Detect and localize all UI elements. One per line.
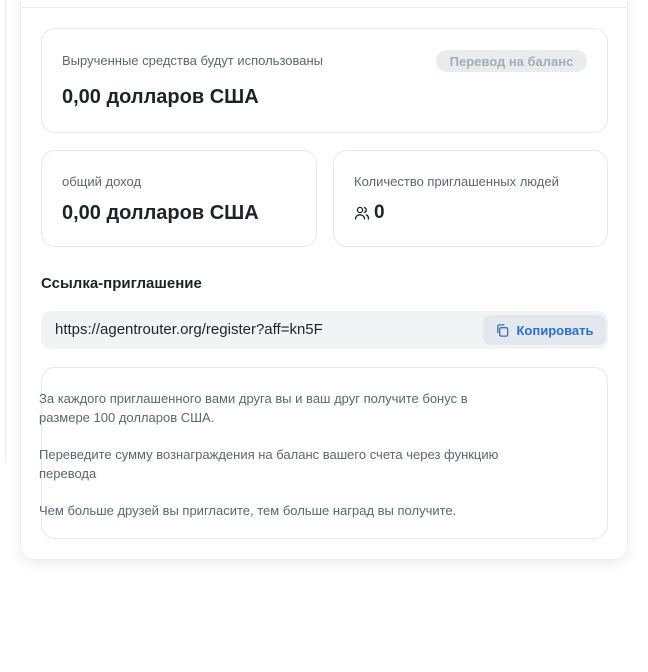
- total-income-value: 0,00 долларов США: [62, 202, 259, 224]
- invite-link-title: Ссылка-приглашение: [41, 275, 202, 292]
- info-line: Переведите сумму вознаграждения на балан…: [39, 447, 499, 481]
- sidebar-edge: [0, 0, 6, 462]
- balance-card: [41, 28, 608, 133]
- invited-count: 0: [354, 202, 385, 224]
- copy-link-button[interactable]: Копировать: [483, 315, 606, 345]
- invite-link-field: https://agentrouter.org/register?aff=kn5…: [41, 311, 608, 349]
- info-line: Чем больше друзей вы пригласите, тем бол…: [39, 503, 457, 518]
- transfer-to-balance-button[interactable]: Перевод на баланс: [436, 50, 587, 72]
- copy-icon: [497, 323, 509, 337]
- total-income-card: [41, 150, 317, 247]
- copy-button-label: Копировать: [516, 322, 594, 338]
- info-line: За каждого приглашенного вами друга вы и…: [39, 391, 468, 425]
- users-icon: [354, 206, 370, 220]
- total-income-label: общий доход: [62, 174, 142, 189]
- invited-count-label: Количество приглашенных людей: [354, 174, 559, 189]
- panel-divider: [20, 7, 628, 8]
- invite-link-url[interactable]: https://agentrouter.org/register?aff=kn5…: [55, 321, 323, 338]
- invited-count-card: [333, 150, 608, 247]
- balance-value: 0,00 долларов США: [62, 86, 259, 108]
- invited-count-value: 0: [374, 202, 385, 223]
- balance-label: Вырученные средства будут использованы: [62, 53, 324, 68]
